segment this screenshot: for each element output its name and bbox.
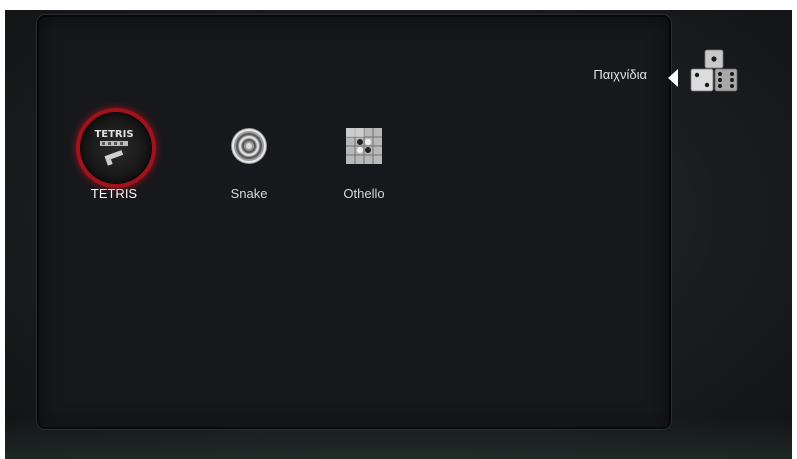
category-pointer-arrow bbox=[668, 69, 678, 87]
dice-icon bbox=[690, 49, 738, 92]
category-title: Παιχνίδια bbox=[593, 67, 647, 82]
svg-text:TETRIS: TETRIS bbox=[94, 129, 133, 140]
game-item-snake[interactable]: Snake bbox=[199, 114, 299, 201]
game-item-tetris[interactable]: TETRIS TETRIS bbox=[64, 108, 164, 201]
screen-background: TETRIS TETRIS Snake Othello Παιχνίδια bbox=[5, 10, 792, 459]
game-label: TETRIS bbox=[90, 186, 138, 201]
games-panel: TETRIS TETRIS Snake Othello bbox=[37, 15, 671, 429]
game-label: Othello bbox=[343, 186, 385, 201]
othello-icon bbox=[346, 128, 382, 164]
tetris-icon: TETRIS bbox=[94, 129, 134, 166]
snake-icon bbox=[231, 128, 267, 164]
game-item-othello[interactable]: Othello bbox=[314, 114, 414, 201]
game-label: Snake bbox=[230, 186, 268, 201]
